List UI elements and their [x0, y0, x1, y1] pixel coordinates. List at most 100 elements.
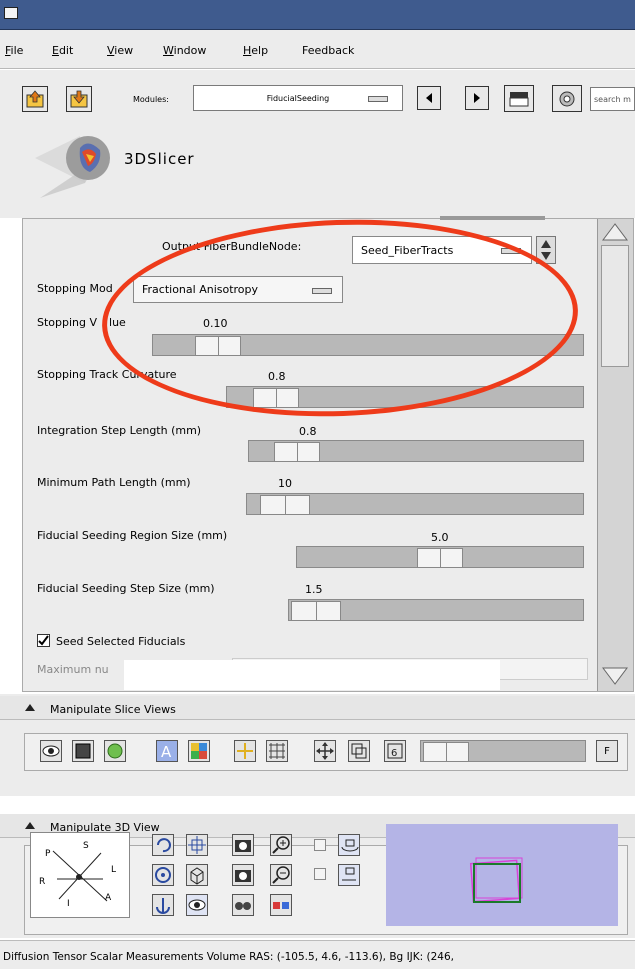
- glasses-icon: [235, 902, 251, 910]
- axis-s-label: S: [83, 841, 89, 851]
- module-search-input[interactable]: search m: [590, 87, 635, 111]
- slice-lightbox-button[interactable]: 6: [384, 740, 406, 762]
- folder-save-icon: [70, 90, 88, 108]
- axes-icon: [52, 850, 108, 902]
- arrow-left-icon: [426, 93, 432, 103]
- crosshair-icon: [237, 743, 253, 759]
- collapse-arrow-icon[interactable]: [24, 821, 36, 831]
- fov-button[interactable]: F: [596, 740, 618, 762]
- slice-volume-button[interactable]: [104, 740, 126, 762]
- slice-visibility-button[interactable]: [40, 740, 62, 762]
- layout-button[interactable]: [504, 85, 534, 112]
- cube-icon: [190, 867, 204, 885]
- module-settings-button[interactable]: [552, 85, 582, 112]
- zoom-in-button[interactable]: [270, 834, 292, 856]
- min-path-length-slider[interactable]: [246, 493, 584, 515]
- app-brand-name: 3DSlicer: [124, 150, 195, 168]
- rotate-button[interactable]: [152, 834, 174, 856]
- slice-crosshair-grid-button[interactable]: [266, 740, 288, 762]
- step-length-value: 0.8: [299, 425, 317, 438]
- step-length-slider[interactable]: [248, 440, 584, 462]
- menu-feedback[interactable]: Feedback: [302, 44, 354, 57]
- zoom-out-icon: [272, 866, 290, 884]
- slice-pan-button[interactable]: [314, 740, 336, 762]
- min-path-length-label: Minimum Path Length (mm): [37, 476, 191, 489]
- scroll-up-icon[interactable]: [600, 221, 630, 243]
- slider-thumb[interactable]: [291, 601, 341, 621]
- visibility-button[interactable]: [186, 894, 208, 916]
- 3d-view-preview[interactable]: [386, 824, 618, 926]
- checkmark-icon: [38, 635, 49, 646]
- slice-fit-button[interactable]: [348, 740, 370, 762]
- fit-icon: [351, 743, 367, 759]
- spin-checkbox[interactable]: [314, 839, 326, 851]
- step-size-label: Fiducial Seeding Step Size (mm): [37, 582, 215, 595]
- anchor-icon: [156, 898, 170, 914]
- menu-window[interactable]: Window: [163, 44, 206, 57]
- menu-file[interactable]: File: [5, 44, 23, 57]
- region-size-value: 5.0: [431, 531, 449, 544]
- svg-text:A: A: [161, 743, 172, 761]
- region-size-label: Fiducial Seeding Region Size (mm): [37, 529, 228, 542]
- volume-icon: [107, 743, 123, 759]
- pitch-button[interactable]: [152, 894, 174, 916]
- slice-fov-slider[interactable]: [420, 740, 586, 762]
- collapse-arrow-icon[interactable]: [24, 703, 36, 713]
- axis-p-label: P: [45, 849, 51, 859]
- slider-thumb[interactable]: [423, 742, 469, 762]
- slice-crosshair-button[interactable]: [234, 740, 256, 762]
- step-size-slider[interactable]: [288, 599, 584, 621]
- slice-views-title: Manipulate Slice Views: [50, 703, 176, 716]
- anaglyph-icon: [273, 902, 289, 909]
- stereo-button[interactable]: [232, 894, 254, 916]
- slider-thumb[interactable]: [274, 442, 320, 462]
- bounding-box-icon: [469, 857, 523, 903]
- orientation-widget[interactable]: S P L R I A: [30, 832, 130, 918]
- camera-icon: [235, 870, 251, 882]
- slider-thumb[interactable]: [417, 548, 463, 568]
- save-scene-button[interactable]: [66, 86, 92, 112]
- rotate-icon: [157, 838, 171, 853]
- slice-annotation-button[interactable]: A: [156, 740, 178, 762]
- gear-icon: [559, 91, 575, 106]
- spin-button[interactable]: [338, 834, 360, 856]
- next-module-button[interactable]: [465, 86, 489, 110]
- slider-thumb[interactable]: [260, 495, 310, 515]
- module-selector[interactable]: FiducialSeeding: [193, 85, 403, 111]
- region-size-slider[interactable]: [296, 546, 584, 568]
- anaglyph-button[interactable]: [270, 894, 292, 916]
- scroll-down-icon[interactable]: [600, 665, 630, 687]
- eye-icon: [42, 745, 60, 757]
- center-view-button[interactable]: [186, 834, 208, 856]
- slice-labelmap-button[interactable]: [188, 740, 210, 762]
- scrollbar-thumb[interactable]: [601, 245, 629, 367]
- dropdown-icon: [368, 96, 388, 102]
- step-size-value: 1.5: [305, 583, 323, 596]
- module-panel-scrollbar[interactable]: [597, 219, 633, 691]
- zoom-in-icon: [272, 836, 290, 854]
- modules-label: Modules:: [133, 95, 169, 104]
- rock-checkbox[interactable]: [314, 868, 326, 880]
- zoom-out-button[interactable]: [270, 864, 292, 886]
- stopping-mode-label: Stopping Mod: [37, 282, 113, 295]
- load-scene-button[interactable]: [22, 86, 48, 112]
- move-arrows-icon: [316, 742, 334, 760]
- window-menu-button[interactable]: [4, 7, 18, 19]
- rock-button[interactable]: [338, 864, 360, 886]
- screenshot-button[interactable]: [232, 864, 254, 886]
- step-length-label: Integration Step Length (mm): [37, 424, 202, 437]
- snapshot-button[interactable]: [232, 834, 254, 856]
- seed-selected-label: Seed Selected Fiducials: [56, 635, 186, 648]
- rotate-around-icon: [155, 867, 171, 883]
- menu-edit[interactable]: Edit: [52, 44, 73, 57]
- prev-module-button[interactable]: [417, 86, 441, 110]
- seed-selected-checkbox[interactable]: [37, 634, 50, 647]
- center-icon: [188, 836, 206, 854]
- slicer-logo-icon: [35, 136, 110, 198]
- menu-view[interactable]: View: [107, 44, 133, 57]
- ortho-button[interactable]: [186, 864, 208, 886]
- slice-grid-button[interactable]: [72, 740, 94, 762]
- rotate-around-button[interactable]: [152, 864, 174, 886]
- menu-help[interactable]: Help: [243, 44, 268, 57]
- rock-icon: [342, 867, 356, 881]
